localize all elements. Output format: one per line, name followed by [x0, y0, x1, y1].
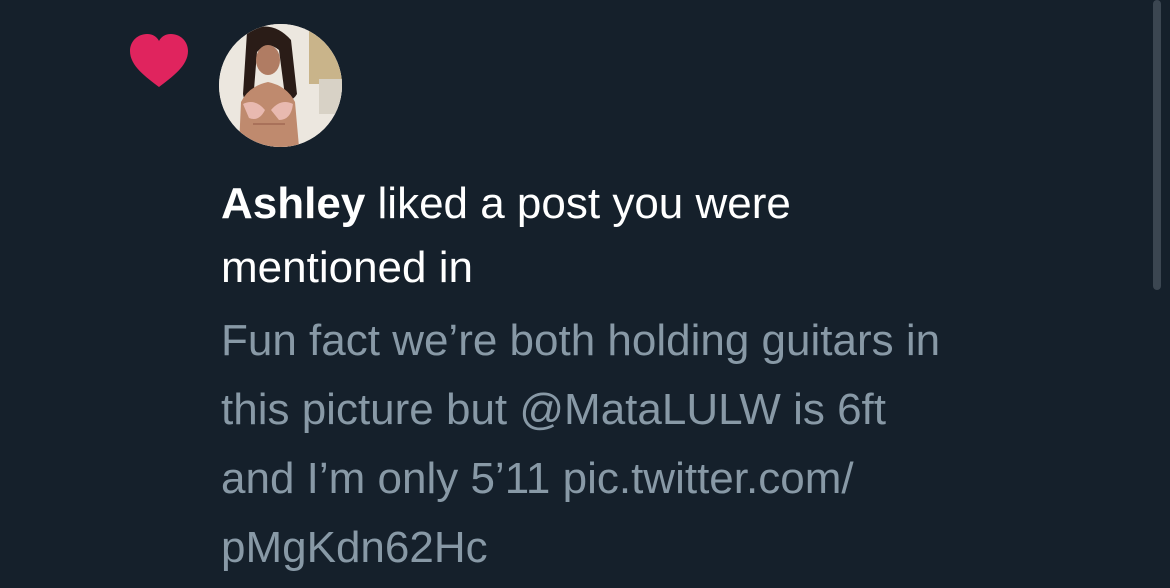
- tweet-text-line: and I’m only 5’11 pic.twitter.com/: [221, 454, 854, 503]
- tweet-text-line: this picture but @MataLULW is 6ft: [221, 385, 886, 434]
- tweet-text-line: Fun fact we’re both holding guitars in: [221, 316, 941, 365]
- tweet-text[interactable]: Fun fact we’re both holding guitars in th…: [221, 306, 1121, 582]
- notification-headline: Ashley liked a post you were mentioned in: [221, 172, 1101, 300]
- like-notification[interactable]: Ashley liked a post you were mentioned in…: [0, 0, 1170, 588]
- avatar-photo: [219, 24, 342, 147]
- action-text-line2: mentioned in: [221, 243, 473, 292]
- heart-icon: [130, 34, 188, 87]
- avatar[interactable]: [219, 24, 342, 147]
- actor-name[interactable]: Ashley: [221, 179, 365, 228]
- scrollbar[interactable]: [1153, 0, 1161, 290]
- tweet-text-line: pMgKdn62Hc: [221, 523, 488, 572]
- action-text-line1: liked a post you were: [365, 179, 791, 228]
